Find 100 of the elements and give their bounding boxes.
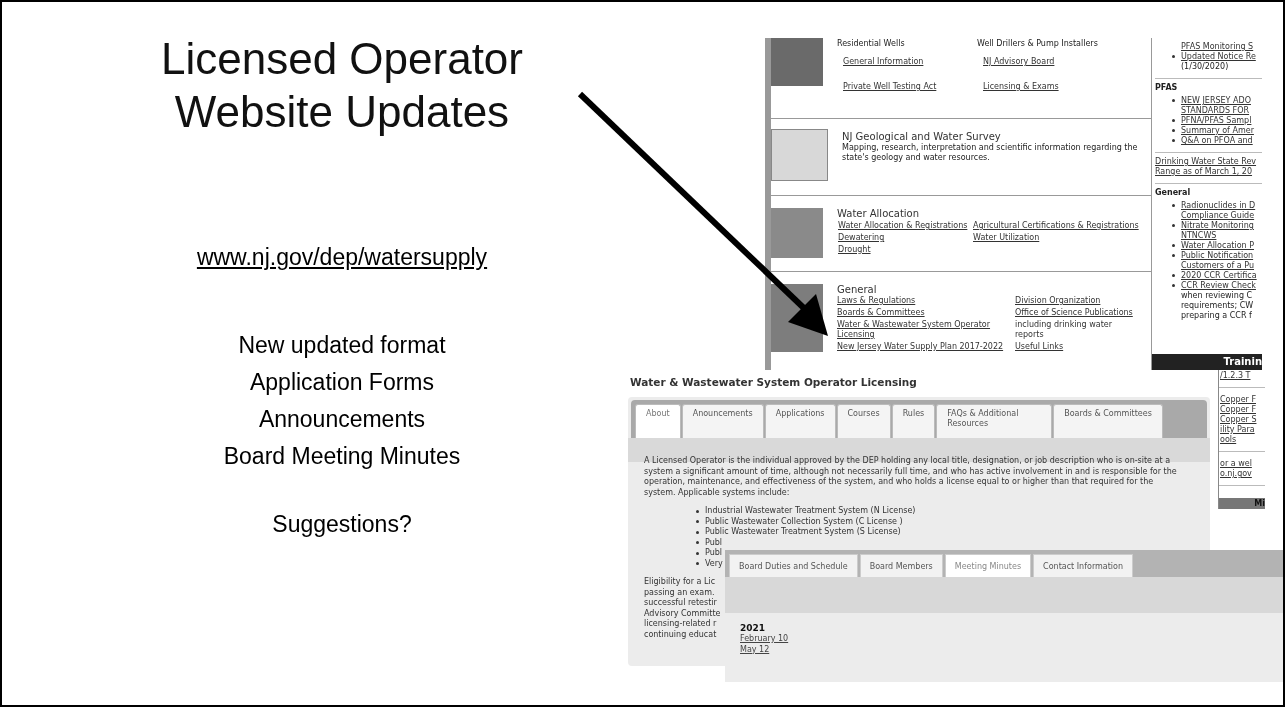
bullet-icon	[696, 551, 699, 555]
bullet-icon	[1172, 204, 1175, 207]
tab[interactable]: FAQs & Additional Resources	[936, 404, 1053, 438]
bullet-icon	[696, 541, 699, 545]
bullet-icon	[696, 509, 699, 513]
section-title: Water Allocation	[837, 208, 921, 219]
sidebar-link[interactable]: ools	[1220, 435, 1265, 445]
tab[interactable]: Contact Information	[1033, 554, 1134, 577]
page-link[interactable]: Water & Wastewater System Operator Licensing	[837, 320, 1015, 340]
sidebar-link[interactable]: Nitrate Monitoring	[1181, 221, 1254, 231]
paragraph-line: passing an exam.	[644, 587, 715, 598]
page-link[interactable]: Agricultural Certifications & Registrations	[973, 220, 1139, 232]
sidebar-text: (1/30/2020)	[1181, 62, 1230, 72]
minutes-link[interactable]: May 12	[740, 644, 770, 655]
tab[interactable]: Board Duties and Schedule	[729, 554, 858, 577]
sidebar-link[interactable]: Copper S	[1220, 415, 1265, 425]
sidebar-link[interactable]: Summary of Amer	[1181, 126, 1254, 136]
tab[interactable]: Anouncements	[681, 404, 764, 438]
sidebar-link[interactable]: Public Notification	[1181, 251, 1254, 261]
sidebar-link[interactable]: Copper F	[1220, 405, 1265, 415]
sidebar-link[interactable]: ility Para	[1220, 425, 1265, 435]
photo-placeholder	[771, 208, 823, 258]
list-item: Public Wastewater Collection System (C License )	[705, 516, 903, 527]
paragraph-line: continuing educat	[644, 629, 717, 640]
section-description: Mapping, research, interpretation and scientific information regarding the state's geology and water resources.	[842, 143, 1139, 163]
bullet-icon	[696, 520, 699, 524]
sidebar-link[interactable]: Range as of March 1, 20	[1155, 167, 1257, 177]
tab[interactable]: Rules	[891, 404, 936, 438]
page-link[interactable]: Water Allocation & Registrations	[838, 220, 972, 232]
paragraph-line: Advisory Committe	[644, 608, 721, 619]
list-item: Very	[705, 558, 723, 569]
section-title: NJ Geological and Water Survey	[842, 131, 1001, 142]
photo-placeholder	[771, 38, 823, 86]
sidebar-heading: General	[1155, 188, 1192, 197]
feature-text: New updated format	[238, 331, 446, 360]
page-link[interactable]: Water Utilization	[973, 232, 1139, 244]
bullet-icon	[1172, 129, 1175, 132]
tab[interactable]: About	[635, 404, 681, 438]
sidebar-text: requirements; CW	[1181, 301, 1255, 311]
sidebar-link[interactable]: STANDARDS FOR	[1181, 106, 1251, 116]
bullet-icon	[1172, 244, 1175, 247]
year-heading: 2021	[740, 623, 766, 633]
paragraph-line: licensing-related r	[644, 619, 717, 630]
page-link[interactable]: NJ Advisory Board	[983, 57, 1098, 66]
sidebar-text: preparing a CCR f	[1181, 311, 1253, 321]
map-thumbnail	[771, 129, 828, 181]
bullet-icon	[696, 562, 699, 566]
tab[interactable]: Meeting Minutes	[944, 554, 1032, 577]
sidebar-link[interactable]: Q&A on PFOA and	[1181, 136, 1253, 146]
sidebar-link[interactable]: Copper F	[1220, 395, 1265, 405]
paragraph-line: Eligibility for a Lic	[644, 577, 716, 588]
sidebar-link[interactable]: PFNA/PFAS Sampl	[1181, 116, 1252, 126]
bullet-icon	[1172, 274, 1175, 277]
sidebar-link[interactable]: /1.2.3 T	[1220, 371, 1265, 381]
page-link[interactable]: Office of Science Publications	[1015, 308, 1140, 318]
page-link[interactable]: Licensing & Exams	[983, 82, 1098, 91]
website-link[interactable]: www.nj.gov/dep/watersupply	[196, 244, 488, 271]
page-link[interactable]: Dewatering	[838, 232, 972, 244]
page-heading: Water & Wastewater System Operator Licensing	[630, 376, 918, 388]
minutes-link[interactable]: February 10	[740, 634, 789, 645]
slide-title: Licensed Operator	[161, 33, 523, 85]
page-link[interactable]: Drought	[838, 244, 972, 256]
sidebar-link[interactable]: NTNCWS	[1181, 231, 1254, 241]
sidebar-link[interactable]: 2020 CCR Certifica	[1181, 271, 1257, 281]
tab[interactable]: Applications	[764, 404, 836, 438]
feature-text: Application Forms	[249, 368, 435, 397]
page-link[interactable]: Boards & Committees	[837, 308, 1015, 318]
bullet-icon	[1172, 119, 1175, 122]
sidebar-link[interactable]: PFAS Monitoring S	[1181, 42, 1254, 52]
sidebar-link[interactable]: Water Allocation P	[1181, 241, 1254, 251]
sidebar-link[interactable]: Drinking Water State Rev	[1155, 157, 1257, 167]
sidebar-link[interactable]: Compliance Guide	[1181, 211, 1256, 221]
list-item: Publ	[705, 537, 723, 548]
list-item: Industrial Wastewater Treatment System (N License)	[705, 506, 916, 517]
sidebar-heading: PFAS	[1155, 83, 1179, 92]
sidebar-link[interactable]: or a wel	[1220, 459, 1265, 469]
page-link[interactable]: Private Well Testing Act	[843, 82, 977, 91]
sidebar-link[interactable]: CCR Review Check	[1181, 281, 1256, 291]
tab[interactable]: Boards & Committees	[1053, 404, 1163, 438]
page-link[interactable]: Division Organization	[1015, 296, 1140, 306]
page-link[interactable]: Useful Links	[1015, 342, 1140, 352]
sidebar-link[interactable]: Updated Notice Re	[1181, 52, 1256, 62]
feature-text: Announcements	[258, 405, 426, 434]
bullet-icon	[1172, 139, 1175, 142]
list-item: Publ	[705, 548, 723, 559]
question-text: Suggestions?	[272, 511, 412, 538]
sidebar-link[interactable]: Customers of a Pu	[1181, 261, 1254, 271]
column-heading: Residential Wells	[837, 39, 906, 48]
tab[interactable]: Courses	[836, 404, 891, 438]
page-link[interactable]: New Jersey Water Supply Plan 2017-2022	[837, 342, 1015, 352]
section-bar: Mi	[1219, 498, 1265, 509]
bullet-icon	[696, 530, 699, 534]
slide-title: Website Updates	[174, 86, 510, 138]
sidebar-link[interactable]: NEW JERSEY ADO	[1181, 96, 1251, 106]
bullet-icon	[1172, 99, 1175, 102]
sidebar-link[interactable]: o.nj.gov	[1220, 469, 1265, 479]
page-link[interactable]: Laws & Regulations	[837, 296, 1015, 306]
tab[interactable]: Board Members	[859, 554, 943, 577]
page-link[interactable]: General Information	[843, 57, 977, 66]
sidebar-link[interactable]: Radionuclides in D	[1181, 201, 1256, 211]
